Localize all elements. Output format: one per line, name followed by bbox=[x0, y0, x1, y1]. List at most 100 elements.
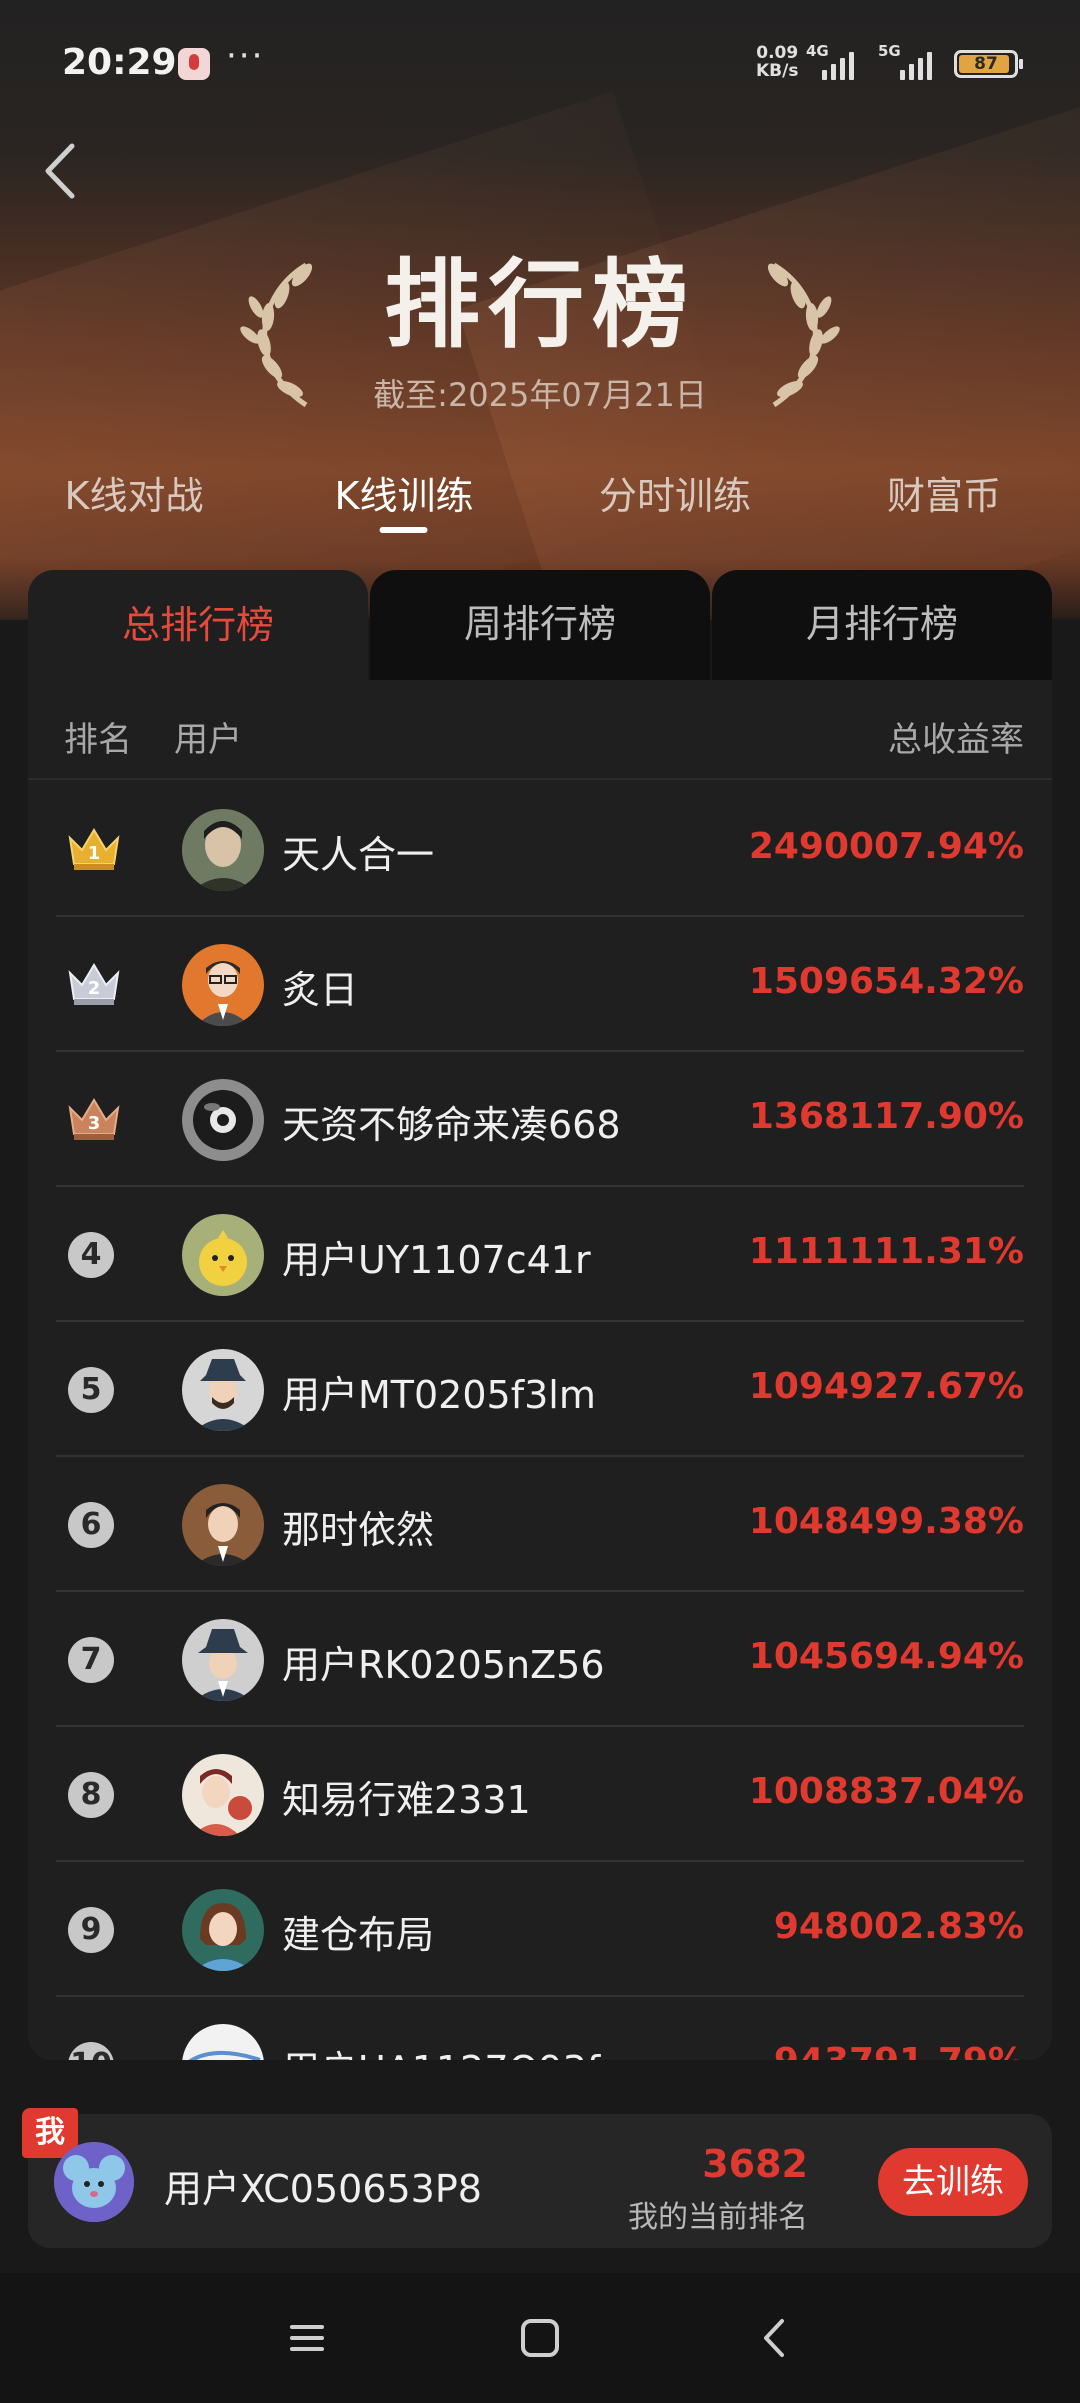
sub-tab-label: 月排行榜 bbox=[805, 601, 958, 646]
gold-crown-icon: 1 bbox=[68, 828, 120, 870]
signal-5g-label: 5G bbox=[878, 42, 901, 60]
total-return: 943791.79% bbox=[774, 2041, 1024, 2060]
table-row[interactable]: 10 用户UA1127Q93f 943791.79% bbox=[56, 1997, 1024, 2060]
rank-badge: 6 bbox=[68, 1502, 114, 1548]
tab-overall-ranking[interactable]: 总排行榜 bbox=[28, 570, 368, 682]
table-row[interactable]: 1 天人合一 2490007.94% bbox=[56, 782, 1024, 917]
tab-kline-training[interactable]: K线训练 bbox=[334, 465, 474, 533]
my-rank-value: 3682 bbox=[702, 2142, 808, 2186]
sub-tab-label: 总排行榜 bbox=[121, 602, 274, 647]
table-row[interactable]: 2 炙日 1509654.32% bbox=[56, 917, 1024, 1052]
avatar bbox=[182, 1079, 264, 1161]
avatar bbox=[182, 1484, 264, 1566]
active-tab-indicator bbox=[379, 527, 428, 533]
table-row[interactable]: 8 知易行难2331 1008837.04% bbox=[56, 1727, 1024, 1862]
rank-badge: 4 bbox=[68, 1232, 114, 1278]
user-name: 炙日 bbox=[282, 968, 359, 1012]
column-user: 用户 bbox=[174, 720, 242, 760]
rank-badge: 5 bbox=[68, 1367, 114, 1413]
user-name: 天人合一 bbox=[282, 833, 435, 877]
system-nav-bar bbox=[0, 2273, 1080, 2403]
sub-tabs: 总排行榜 周排行榜 月排行榜 bbox=[28, 570, 1052, 682]
rank-number: 2 bbox=[88, 978, 101, 999]
silver-crown-icon: 2 bbox=[68, 963, 120, 1005]
total-return: 1509654.32% bbox=[748, 961, 1024, 1002]
user-name: 那时依然 bbox=[282, 1508, 435, 1552]
my-ranking-card: 我 用户XC050653P8 3682 我的当前排名 去训练 bbox=[22, 2108, 1052, 2248]
total-return: 1094927.67% bbox=[748, 1366, 1024, 1407]
my-avatar bbox=[54, 2142, 134, 2222]
tab-label: K线对战 bbox=[64, 474, 204, 518]
my-rank-label: 我的当前排名 bbox=[628, 2200, 808, 2235]
notification-icon bbox=[178, 48, 210, 80]
tab-kline-battle[interactable]: K线对战 bbox=[65, 465, 204, 520]
net-speed-value: 0.09 bbox=[756, 43, 799, 63]
avatar bbox=[182, 1889, 264, 1971]
sub-tab-label: 周排行榜 bbox=[463, 601, 616, 646]
table-row[interactable]: 7 用户RK0205nZ56 1045694.94% bbox=[56, 1592, 1024, 1727]
column-rank: 排名 bbox=[64, 720, 132, 760]
table-row[interactable]: 4 用户UY1107c41r 1111111.31% bbox=[56, 1187, 1024, 1322]
total-return: 2490007.94% bbox=[748, 826, 1024, 867]
menu-icon[interactable] bbox=[282, 2313, 332, 2363]
status-time: 20:29 bbox=[62, 42, 177, 83]
tab-label: K线训练 bbox=[334, 474, 474, 518]
rank-badge: 7 bbox=[68, 1637, 114, 1683]
more-notifications-icon: ··· bbox=[226, 36, 265, 76]
total-return: 1008837.04% bbox=[748, 1771, 1024, 1812]
rank-number: 1 bbox=[88, 843, 101, 864]
rank-badge: 9 bbox=[68, 1907, 114, 1953]
avatar bbox=[182, 1349, 264, 1431]
bronze-crown-icon: 3 bbox=[68, 1098, 120, 1140]
as-of-date: 截至:2025年07月21日 bbox=[373, 376, 707, 414]
tab-wealth-coin[interactable]: 财富币 bbox=[887, 465, 1001, 520]
chevron-left-icon bbox=[45, 143, 75, 199]
tab-monthly-ranking[interactable]: 月排行榜 bbox=[712, 570, 1052, 680]
total-return: 1368117.90% bbox=[748, 1096, 1024, 1137]
tab-weekly-ranking[interactable]: 周排行榜 bbox=[370, 570, 710, 680]
back-nav-icon[interactable] bbox=[750, 2313, 800, 2363]
table-row[interactable]: 9 建仓布局 948002.83% bbox=[56, 1862, 1024, 1997]
total-return: 948002.83% bbox=[773, 1906, 1024, 1947]
tab-label: 财富币 bbox=[886, 474, 1002, 518]
total-return: 1045694.94% bbox=[748, 1636, 1024, 1677]
top-tabs: K线对战 K线训练 分时训练 财富币 bbox=[0, 465, 1080, 540]
rank-badge: 10 bbox=[68, 2042, 114, 2060]
avatar bbox=[182, 1619, 264, 1701]
home-icon[interactable] bbox=[515, 2313, 565, 2363]
avatar bbox=[182, 2024, 264, 2060]
signal-4g-label: 4G bbox=[806, 42, 829, 60]
leaderboard-panel[interactable]: 排名 用户 总收益率 1 天人合一 2490007.94% 2 炙日 15096… bbox=[28, 680, 1052, 2060]
tab-intraday-training[interactable]: 分时训练 bbox=[599, 465, 751, 520]
total-return: 1048499.38% bbox=[748, 1501, 1024, 1542]
user-name: 天资不够命来凑668 bbox=[282, 1103, 621, 1147]
total-return: 1111111.31% bbox=[748, 1231, 1024, 1272]
user-name: 用户UA1127Q93f bbox=[282, 2039, 600, 2060]
net-speed-unit: KB/s bbox=[756, 61, 799, 81]
rank-badge: 8 bbox=[68, 1772, 114, 1818]
signal-5g-icon: 5G bbox=[878, 42, 940, 80]
avatar bbox=[182, 1214, 264, 1296]
back-button[interactable] bbox=[38, 140, 88, 202]
column-header: 排名 用户 总收益率 bbox=[28, 680, 1052, 780]
go-train-button[interactable]: 去训练 bbox=[878, 2148, 1028, 2216]
title-area: 排行榜 截至:2025年07月21日 bbox=[0, 250, 1080, 416]
user-name: 用户UY1107c41r bbox=[282, 1238, 591, 1282]
tab-label: 分时训练 bbox=[598, 474, 752, 518]
status-bar: 20:29 ··· 0.09 KB/s 4G 5G 87 bbox=[0, 0, 1080, 130]
avatar bbox=[182, 944, 264, 1026]
table-row[interactable]: 5 用户MT0205f3lm 1094927.67% bbox=[56, 1322, 1024, 1457]
net-speed: 0.09 KB/s bbox=[756, 44, 798, 80]
avatar bbox=[182, 809, 264, 891]
user-name: 知易行难2331 bbox=[282, 1778, 531, 1822]
user-name: 用户MT0205f3lm bbox=[282, 1373, 596, 1417]
rank-number: 3 bbox=[88, 1113, 101, 1134]
user-name: 用户RK0205nZ56 bbox=[282, 1643, 605, 1687]
signal-4g-icon: 4G bbox=[806, 42, 862, 80]
page-title: 排行榜 bbox=[384, 249, 696, 361]
table-row[interactable]: 3 天资不够命来凑668 1368117.90% bbox=[56, 1052, 1024, 1187]
battery-level: 87 bbox=[974, 54, 998, 74]
avatar bbox=[182, 1754, 264, 1836]
table-row[interactable]: 6 那时依然 1048499.38% bbox=[56, 1457, 1024, 1592]
my-user-name: 用户XC050653P8 bbox=[164, 2167, 482, 2211]
